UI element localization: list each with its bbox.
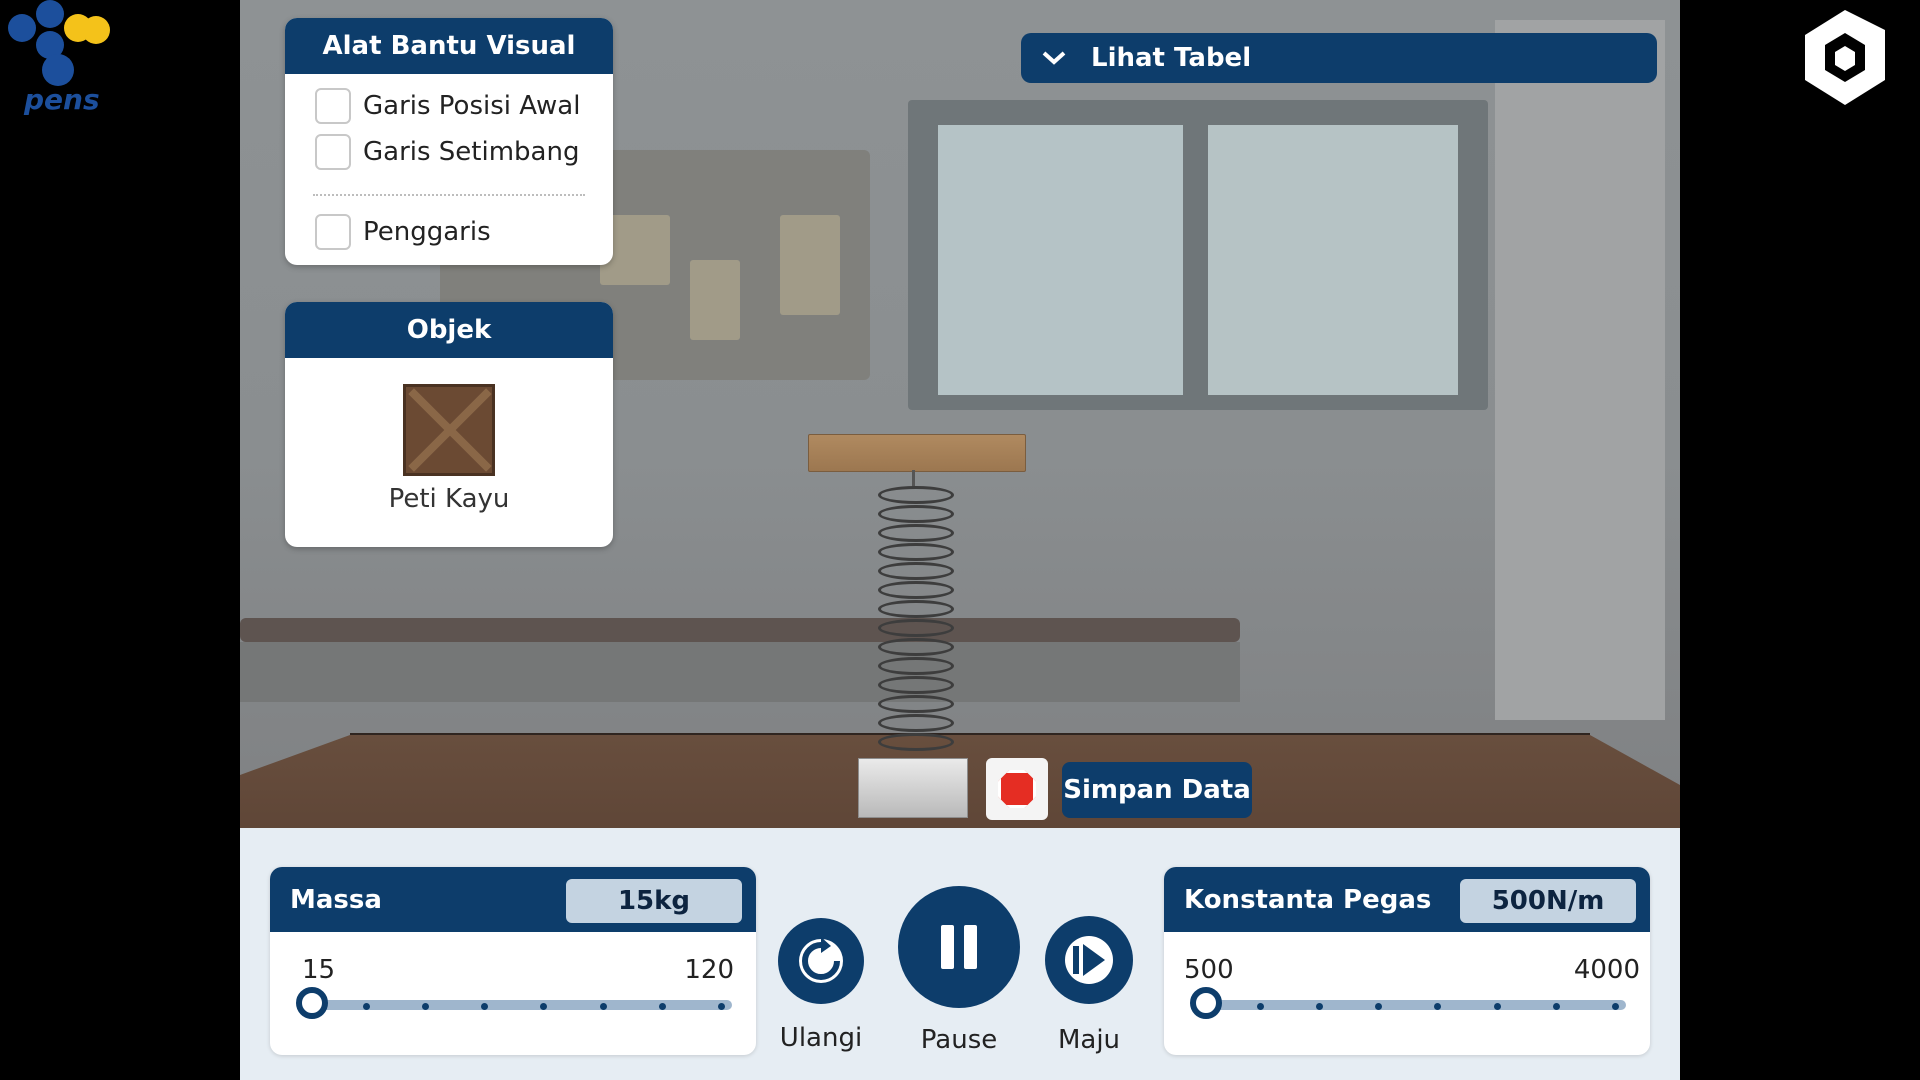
brand-logo-icon (1795, 0, 1895, 115)
slider-tick (1257, 1003, 1264, 1010)
spring-constant-slider-thumb[interactable] (1190, 987, 1222, 1019)
slider-tick (540, 1003, 547, 1010)
reset-icon (799, 937, 843, 983)
view-table-toggle[interactable]: Lihat Tabel (1021, 33, 1657, 83)
spring-base (858, 758, 968, 818)
mass-value: 15kg (566, 879, 742, 923)
slider-tick (718, 1003, 725, 1010)
background-wall-lower (240, 642, 1240, 702)
background-door (1495, 20, 1665, 720)
slider-tick (481, 1003, 488, 1010)
window-pane (1208, 125, 1458, 395)
slider-tick (1494, 1003, 1501, 1010)
mass-max-label: 120 (684, 955, 734, 985)
slider-tick (1375, 1003, 1382, 1010)
slider-tick (363, 1003, 370, 1010)
mass-title: Massa (290, 885, 382, 915)
visual-aids-title: Alat Bantu Visual (285, 18, 613, 74)
pause-label: Pause (920, 1025, 998, 1055)
checkbox-equilibrium-line[interactable]: Garis Setimbang (315, 134, 579, 170)
step-forward-icon (1065, 936, 1113, 984)
stop-icon (998, 770, 1036, 808)
mass-slider-track[interactable] (312, 1000, 732, 1010)
pens-logo-icon (8, 0, 110, 86)
mass-min-label: 15 (302, 955, 336, 985)
save-data-button[interactable]: Simpan Data (1062, 762, 1252, 818)
step-forward-label: Maju (1057, 1025, 1121, 1055)
table-edge (350, 733, 1590, 735)
mass-slider-thumb[interactable] (296, 987, 328, 1019)
object-label: Peti Kayu (388, 484, 510, 514)
spring-constant-slider-track[interactable] (1206, 1000, 1626, 1010)
visual-aids-panel: Alat Bantu Visual Garis Posisi Awal Gari… (285, 18, 613, 265)
spring-constant-min-label: 500 (1184, 955, 1234, 985)
checkbox-ruler[interactable]: Penggaris (315, 214, 491, 250)
object-panel: Objek Peti Kayu (285, 302, 613, 547)
view-table-label: Lihat Tabel (1091, 43, 1252, 73)
wooden-crate-icon[interactable] (403, 384, 495, 476)
background-shelf (240, 618, 1240, 642)
board-note (780, 215, 840, 315)
reset-button[interactable] (778, 918, 864, 1004)
stop-button[interactable] (986, 758, 1048, 820)
slider-tick (1553, 1003, 1560, 1010)
step-forward-button[interactable] (1045, 916, 1133, 1004)
object-panel-title: Objek (285, 302, 613, 358)
reset-label: Ulangi (779, 1023, 863, 1053)
mass-control: Massa 15kg 15 120 (270, 867, 756, 1055)
slider-tick (1434, 1003, 1441, 1010)
pens-logo: pens (0, 0, 120, 120)
checkbox-initial-position-line[interactable]: Garis Posisi Awal (315, 88, 580, 124)
checkbox-label: Garis Setimbang (363, 137, 580, 167)
slider-tick (600, 1003, 607, 1010)
checkbox-icon[interactable] (315, 88, 351, 124)
spring-constant-max-label: 4000 (1573, 955, 1640, 985)
spring-constant-control: Konstanta Pegas 500N/m 500 4000 (1164, 867, 1650, 1055)
slider-tick (422, 1003, 429, 1010)
control-bar: Massa 15kg 15 120 Ulangi Pause Maju Kons… (240, 828, 1680, 1080)
slider-tick (1612, 1003, 1619, 1010)
pause-icon (941, 925, 977, 969)
pause-button[interactable] (898, 886, 1020, 1008)
slider-tick (1316, 1003, 1323, 1010)
checkbox-label: Penggaris (363, 217, 491, 247)
window-pane (938, 125, 1183, 395)
checkbox-icon[interactable] (315, 134, 351, 170)
chevron-down-icon (1041, 44, 1091, 72)
board-note (690, 260, 740, 340)
checkbox-label: Garis Posisi Awal (363, 91, 581, 121)
pens-logo-text: pens (24, 83, 100, 116)
spring-constant-value: 500N/m (1460, 879, 1636, 923)
slider-tick (659, 1003, 666, 1010)
divider (313, 194, 585, 196)
checkbox-icon[interactable] (315, 214, 351, 250)
wooden-plank (808, 434, 1026, 472)
spring-constant-title: Konstanta Pegas (1184, 885, 1432, 915)
